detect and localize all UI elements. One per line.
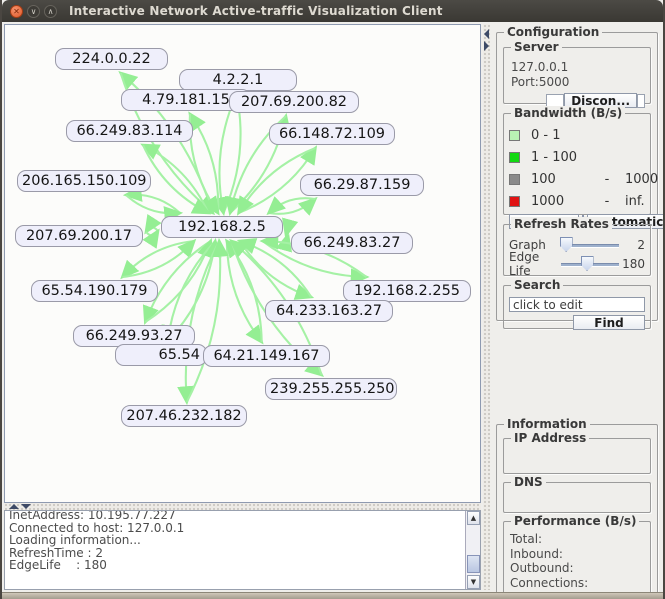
- bandwidth-range-sep: -: [589, 172, 625, 187]
- bandwidth-range-from: 0 - 1: [531, 128, 589, 143]
- refresh-rates-title: Refresh Rates: [511, 217, 612, 231]
- dns-title: DNS: [511, 475, 546, 489]
- bandwidth-range-to: inf.: [625, 194, 645, 209]
- edge-life-slider-label: Edge Life: [509, 250, 561, 278]
- bandwidth-legend-rows: 0 - 11 - 100100-10001000-inf.: [509, 124, 645, 212]
- search-input[interactable]: [509, 297, 645, 312]
- graph-node[interactable]: 224.0.0.22: [55, 48, 168, 70]
- vertical-splitter[interactable]: [483, 24, 490, 590]
- bandwidth-range-from: 1 - 100: [531, 150, 589, 165]
- server-group: Server 127.0.0.1 Port:5000 Discon...: [503, 47, 651, 104]
- graph-slider-value: 2: [619, 238, 645, 252]
- graph-node[interactable]: 65.54.190.179: [31, 280, 158, 302]
- information-title: Information: [504, 417, 590, 431]
- bandwidth-color-swatch: [509, 174, 520, 185]
- main-content: 224.0.0.224.2.2.14.79.181.15207.69.200.8…: [2, 22, 663, 592]
- splitter-right-icon[interactable]: [484, 41, 489, 51]
- bandwidth-color-swatch: [509, 196, 520, 207]
- refresh-rates-group: Refresh Rates Graph 2 Edge Life 180: [503, 224, 651, 276]
- bandwidth-color-swatch: [509, 152, 520, 163]
- performance-inbound-label: Inbound:: [508, 547, 646, 562]
- graph-node[interactable]: 192.168.2.5: [161, 216, 283, 238]
- chevron-up-icon: ∧: [48, 7, 54, 16]
- splitter-up-icon[interactable]: [9, 504, 19, 509]
- horizontal-splitter[interactable]: [4, 503, 481, 510]
- graph-slider-thumb[interactable]: [560, 237, 573, 252]
- edge-life-slider-thumb[interactable]: [581, 256, 594, 271]
- performance-group: Performance (B/s) Total: Inbound: Outbou…: [503, 521, 651, 595]
- edge-life-slider-value: 180: [619, 257, 645, 271]
- bandwidth-title: Bandwidth (B/s): [511, 106, 625, 120]
- bandwidth-row: 1 - 100: [509, 146, 645, 168]
- log-line: EdgeLife : 180: [9, 559, 476, 572]
- bandwidth-range-from: 1000: [531, 194, 589, 209]
- splitter-down-icon[interactable]: [21, 504, 31, 509]
- dns-group: DNS: [503, 482, 651, 513]
- configuration-title: Configuration: [504, 25, 602, 39]
- graph-node[interactable]: 207.46.232.182: [121, 405, 247, 427]
- server-port: Port:5000: [509, 75, 645, 90]
- graph-panel[interactable]: 224.0.0.224.2.2.14.79.181.15207.69.200.8…: [4, 24, 481, 503]
- performance-total-label: Total:: [508, 532, 646, 547]
- graph-node[interactable]: 65.54: [115, 344, 207, 366]
- performance-outbound-label: Outbound:: [508, 561, 646, 576]
- graph-slider[interactable]: [561, 237, 619, 252]
- graph-node[interactable]: 66.148.72.109: [269, 123, 395, 145]
- log-line: Loading information...: [9, 534, 476, 547]
- close-icon: ✕: [13, 7, 20, 16]
- window-bottom-border: [2, 592, 663, 599]
- bandwidth-row: 100-1000: [509, 168, 645, 190]
- app-window: ✕ ∨ ∧ Interactive Network Active-traffic…: [0, 0, 665, 599]
- scroll-up-icon[interactable]: ▲: [467, 511, 480, 525]
- window-title: Interactive Network Active-traffic Visua…: [69, 4, 443, 18]
- log-panel[interactable]: InetAddress: 10.195.77.227Connected to h…: [4, 510, 481, 590]
- ip-address-group: IP Address: [503, 438, 651, 474]
- edge-life-slider[interactable]: [561, 256, 619, 271]
- bandwidth-row: 1000-inf.: [509, 190, 645, 212]
- configuration-group: Configuration Server 127.0.0.1 Port:5000…: [496, 32, 658, 321]
- minimize-button[interactable]: ∨: [27, 5, 40, 18]
- server-field-right: [637, 94, 645, 108]
- bandwidth-group: Bandwidth (B/s) 0 - 11 - 100100-10001000…: [503, 113, 651, 215]
- bandwidth-range-sep: -: [589, 194, 625, 209]
- bandwidth-range-to: 1000: [625, 172, 658, 187]
- close-button[interactable]: ✕: [10, 5, 23, 18]
- search-group: Search Find: [503, 285, 651, 329]
- bandwidth-color-swatch: [509, 130, 520, 141]
- graph-node[interactable]: 66.249.83.114: [66, 120, 193, 142]
- find-button[interactable]: Find: [573, 315, 645, 330]
- config-panel: Configuration Server 127.0.0.1 Port:5000…: [490, 24, 663, 590]
- performance-connections-label: Connections:: [508, 576, 646, 591]
- splitter-left-icon[interactable]: [484, 29, 489, 39]
- bandwidth-row: 0 - 1: [509, 124, 645, 146]
- graph-node[interactable]: 207.69.200.17: [15, 225, 143, 247]
- graph-node[interactable]: 207.69.200.82: [229, 91, 359, 113]
- graph-node[interactable]: 206.165.150.109: [17, 170, 151, 192]
- server-title: Server: [511, 40, 562, 54]
- scrollbar-thumb[interactable]: [467, 555, 480, 573]
- log-line: InetAddress: 10.195.77.227: [9, 510, 476, 522]
- graph-node[interactable]: 66.249.83.27: [291, 232, 413, 254]
- ip-address-title: IP Address: [511, 431, 589, 445]
- log-lines: InetAddress: 10.195.77.227Connected to h…: [5, 510, 480, 574]
- search-title: Search: [511, 278, 563, 292]
- server-address: 127.0.0.1: [509, 60, 645, 75]
- bandwidth-range-from: 100: [531, 172, 589, 187]
- log-scrollbar[interactable]: ▲ ▼: [465, 511, 480, 589]
- titlebar: ✕ ∨ ∧ Interactive Network Active-traffic…: [2, 0, 663, 22]
- graph-node[interactable]: 66.29.87.159: [300, 174, 424, 196]
- graph-node[interactable]: 239.255.255.250: [265, 378, 397, 400]
- graph-node[interactable]: 4.2.2.1: [179, 69, 297, 91]
- maximize-button[interactable]: ∧: [44, 5, 57, 18]
- chevron-down-icon: ∨: [31, 7, 37, 16]
- scroll-down-icon[interactable]: ▼: [467, 575, 480, 589]
- graph-node[interactable]: 64.233.163.27: [265, 300, 393, 322]
- performance-title: Performance (B/s): [511, 514, 639, 528]
- information-group: Information IP Address DNS Performance (…: [496, 424, 658, 598]
- graph-node[interactable]: 64.21.149.167: [203, 345, 330, 367]
- graph-node[interactable]: 192.168.2.255: [343, 280, 471, 302]
